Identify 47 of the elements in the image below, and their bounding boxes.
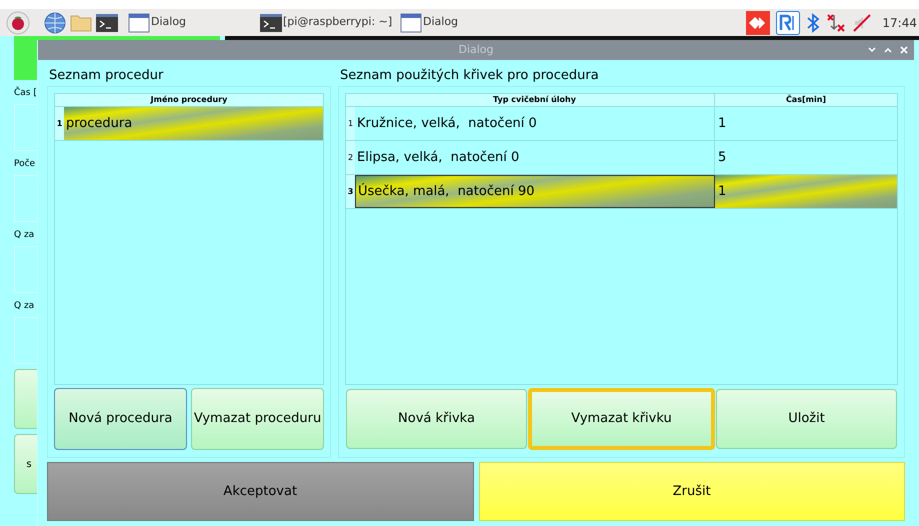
table-cell[interactable]: Úsečka, malá, natočení 90 xyxy=(355,175,715,208)
remote-access-icon[interactable] xyxy=(746,10,770,34)
column-header: Jméno procedury xyxy=(55,94,323,107)
column-header: Čas[min] xyxy=(784,94,828,106)
column-header: Typ cvičební úlohy xyxy=(346,94,715,106)
field-label: Čas [ xyxy=(14,88,37,99)
table-cell[interactable]: 1 xyxy=(715,175,897,208)
section-heading: Seznam procedur xyxy=(48,67,164,85)
window-title: Dialog xyxy=(458,42,494,58)
bluetooth-icon[interactable] xyxy=(806,12,820,32)
minimize-icon[interactable] xyxy=(868,47,876,53)
table-cell[interactable]: Elipsa, velká, natočení 0 xyxy=(355,141,715,174)
terminal-icon xyxy=(96,12,118,32)
row-number: 3 xyxy=(346,175,355,208)
network-disconnected-icon[interactable] xyxy=(826,12,846,32)
close-icon[interactable] xyxy=(900,46,908,54)
curve-button[interactable]: Vymazat křivku xyxy=(528,388,715,450)
cancel-button[interactable]: Zrušit xyxy=(478,462,905,521)
window-icon xyxy=(400,12,422,32)
accept-button[interactable]: Akceptovat xyxy=(47,462,474,521)
field-label: Q za xyxy=(14,230,34,241)
window-icon xyxy=(128,12,150,32)
procedure-row[interactable]: procedura xyxy=(64,107,323,140)
globe-icon[interactable] xyxy=(44,12,66,34)
folder-icon[interactable] xyxy=(70,12,92,32)
clock: 17:44 xyxy=(882,14,917,32)
taskbar-window-button[interactable]: Dialog xyxy=(128,10,260,35)
field-label: Poče xyxy=(14,159,36,170)
taskbar-window-button[interactable]: Dialog xyxy=(400,10,480,35)
maximize-icon[interactable] xyxy=(884,47,892,53)
raspberry-icon[interactable] xyxy=(6,10,30,34)
row-number: 1 xyxy=(346,107,355,140)
taskbar-window-button[interactable]: [pi@raspberrypi: ~] xyxy=(260,10,400,35)
terminal-icon xyxy=(260,12,282,32)
curve-button[interactable]: Nová křivka xyxy=(346,389,527,449)
vnc-icon[interactable] xyxy=(776,10,800,34)
curve-button[interactable]: Uložit xyxy=(716,389,897,449)
row-number: 1 xyxy=(55,107,64,140)
table-cell[interactable]: 1 xyxy=(715,107,897,140)
section-heading: Seznam použitých křivek pro procedura xyxy=(339,67,600,85)
table-cell[interactable]: Kružnice, velká, natočení 0 xyxy=(355,107,715,140)
procedure-button[interactable]: Vymazat proceduru xyxy=(191,388,324,450)
table-cell[interactable]: 5 xyxy=(715,141,897,174)
field-label: Q za xyxy=(14,301,34,312)
row-number: 2 xyxy=(346,141,355,174)
procedure-button[interactable]: Nová procedura xyxy=(54,388,187,450)
volume-muted-icon[interactable] xyxy=(852,12,872,32)
